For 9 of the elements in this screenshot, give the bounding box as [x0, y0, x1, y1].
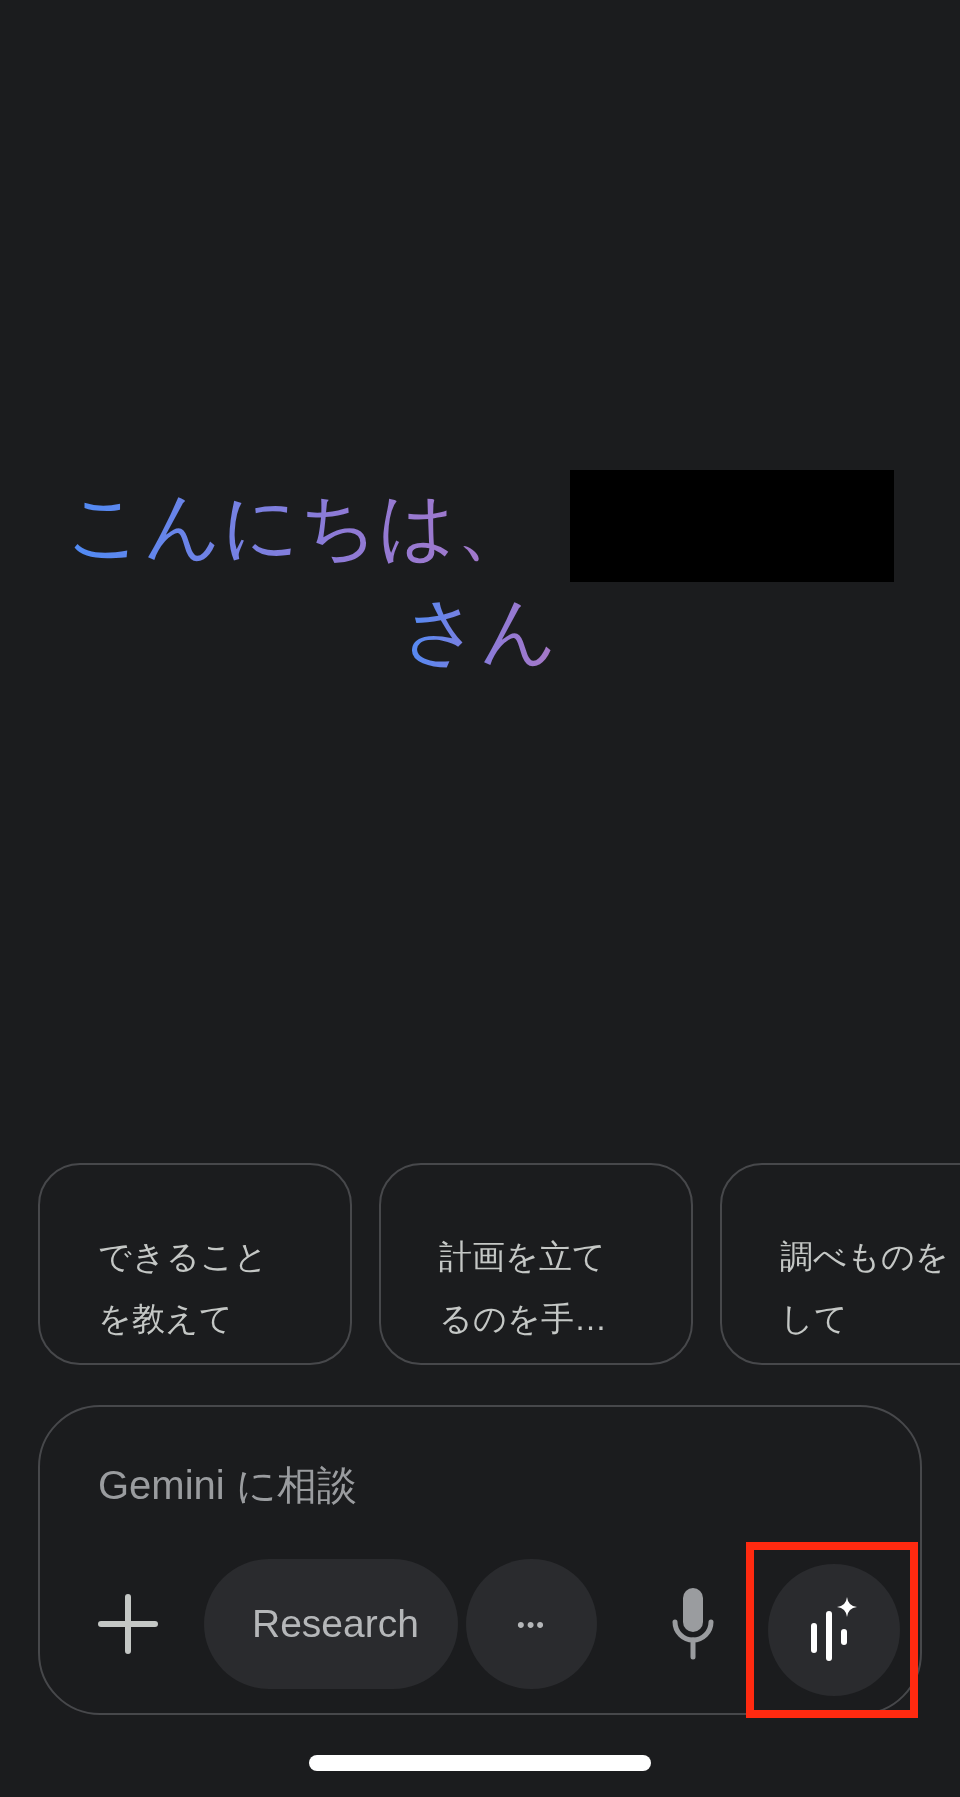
prompt-field[interactable]: Gemini に相談 Research ••• [38, 1405, 922, 1715]
suggestion-chip[interactable]: 調べものを して [720, 1163, 960, 1365]
waveform-sparkle-icon[interactable] [811, 1597, 857, 1663]
suggestion-chip[interactable]: できること を教えて [38, 1163, 352, 1365]
add-icon[interactable] [98, 1594, 158, 1654]
more-button[interactable]: ••• [466, 1559, 597, 1689]
research-button[interactable]: Research [204, 1559, 458, 1689]
suggestion-chip[interactable]: 計画を立て るのを手… [379, 1163, 693, 1365]
microphone-icon[interactable] [670, 1588, 716, 1660]
